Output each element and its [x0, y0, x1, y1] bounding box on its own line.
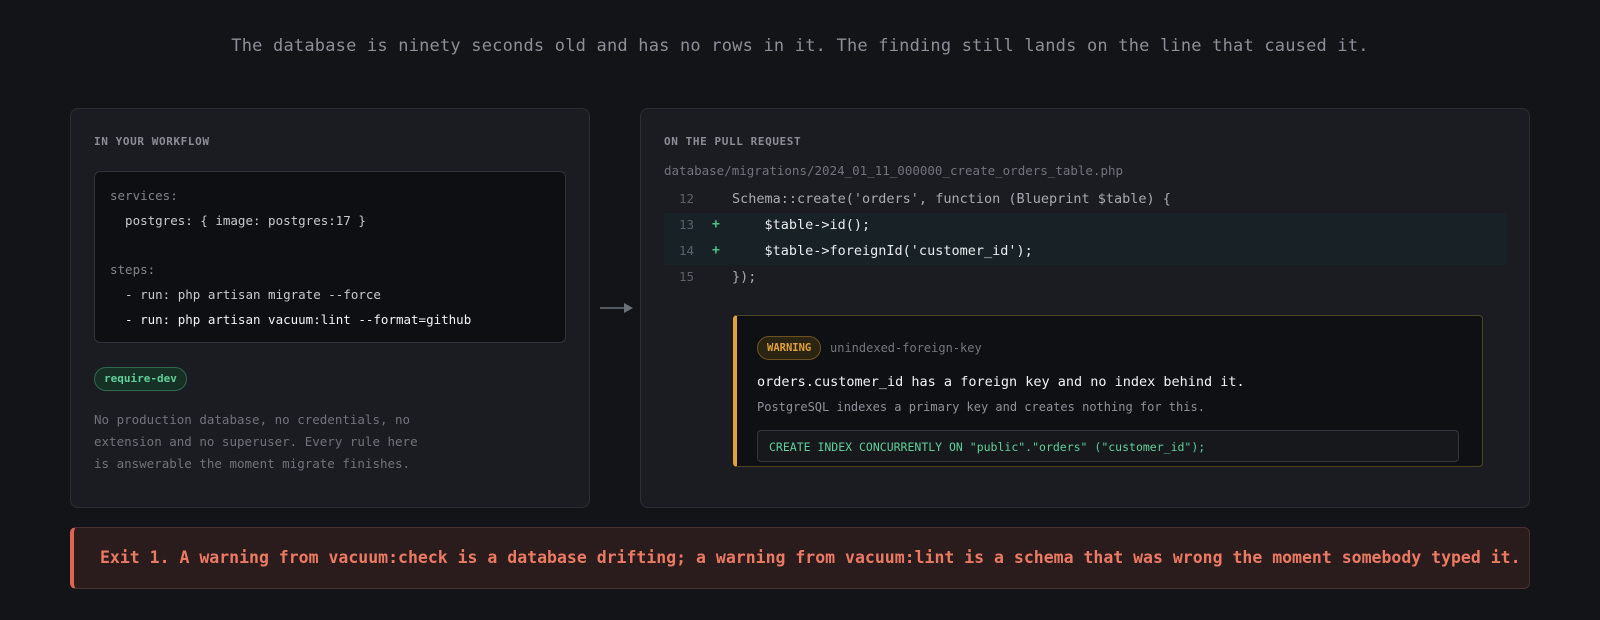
file-path[interactable]: database/migrations/2024_01_11_000000_cr… — [664, 163, 1123, 178]
headline: The database is ninety seconds old and h… — [231, 36, 1369, 56]
line-number: 13 — [678, 217, 694, 232]
diff-marker: + — [712, 217, 720, 232]
diff-row-added[interactable]: 14 + $table->foreignId('customer_id'); — [664, 239, 1507, 265]
code-line-migrate: - run: php artisan migrate --force — [110, 287, 381, 302]
pull-request-panel: ON THE PULL REQUEST database/migrations/… — [640, 108, 1530, 508]
diff-row[interactable]: 12 Schema::create('orders', function (Bl… — [664, 187, 1507, 213]
finding-title: orders.customer_id has a foreign key and… — [757, 374, 1245, 390]
workflow-note: No production database, no credentials, … — [94, 409, 434, 475]
rule-id: unindexed-foreign-key — [830, 341, 982, 355]
pull-request-label: ON THE PULL REQUEST — [664, 135, 802, 148]
workflow-note-line: No production database, no credentials, … — [94, 412, 411, 427]
workflow-code-block: services: postgres: { image: postgres:17… — [94, 171, 566, 343]
line-number: 15 — [678, 269, 694, 284]
code-line-services: services: — [110, 188, 178, 203]
diff-code: Schema::create('orders', function (Bluep… — [732, 191, 1171, 207]
workflow-label: IN YOUR WORKFLOW — [94, 135, 210, 148]
finding-description: PostgreSQL indexes a primary key and cre… — [757, 400, 1205, 414]
diff-code: }); — [732, 269, 757, 285]
diff-code: $table->foreignId('customer_id'); — [732, 243, 1033, 259]
diff-row[interactable]: 15 }); — [664, 265, 1507, 291]
require-dev-badge: require-dev — [94, 367, 187, 391]
workflow-note-line: is answerable the moment migrate finishe… — [94, 456, 411, 471]
exit-banner-text: Exit 1. A warning from vacuum:check is a… — [100, 548, 1521, 567]
warning-badge: WARNING — [757, 336, 822, 360]
fix-sql: CREATE INDEX CONCURRENTLY ON "public"."o… — [769, 440, 1206, 454]
diff-code: $table->id(); — [732, 217, 871, 233]
lint-finding: WARNING unindexed-foreign-key orders.cus… — [733, 315, 1483, 467]
line-number: 14 — [678, 243, 694, 258]
diff-marker: + — [712, 243, 720, 258]
code-line-lint: - run: php artisan vacuum:lint --format=… — [110, 312, 472, 327]
code-line-postgres: postgres: { image: postgres:17 } — [110, 213, 366, 228]
line-number: 12 — [678, 191, 694, 206]
workflow-note-line: extension and no superuser. Every rule h… — [94, 434, 418, 449]
arrow-right-icon — [600, 303, 633, 313]
diff-row-added[interactable]: 13 + $table->id(); — [664, 213, 1507, 239]
workflow-panel: IN YOUR WORKFLOW services: postgres: { i… — [70, 108, 590, 508]
code-line-steps: steps: — [110, 262, 156, 277]
diff-view: 12 Schema::create('orders', function (Bl… — [664, 187, 1507, 291]
exit-banner: Exit 1. A warning from vacuum:check is a… — [70, 527, 1530, 589]
suggested-fix[interactable]: CREATE INDEX CONCURRENTLY ON "public"."o… — [757, 430, 1459, 462]
